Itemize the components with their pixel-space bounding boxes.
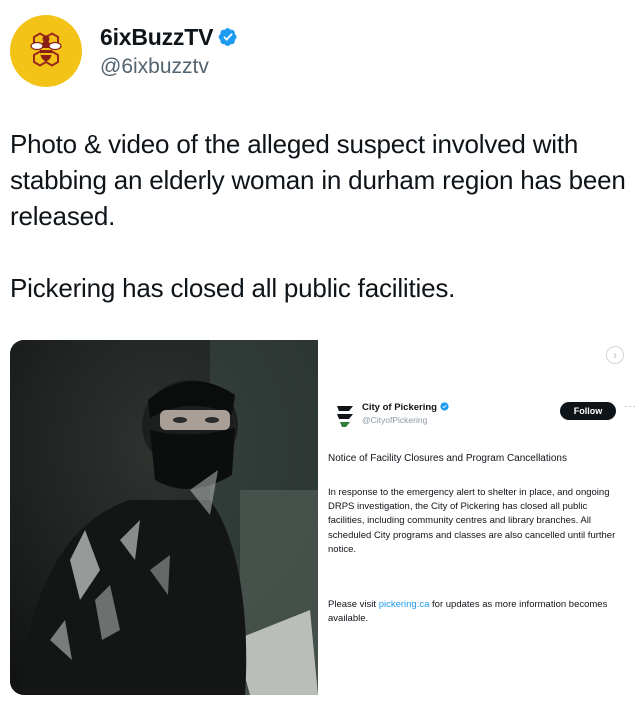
embedded-footer-text-before: Please visit xyxy=(328,599,379,610)
tweet-paragraph-2: Pickering has closed all public faciliti… xyxy=(10,273,456,303)
tweet-header: 6ixBuzzTV @6ixbuzztv xyxy=(10,14,238,88)
more-options-icon: ··· xyxy=(624,401,637,412)
chevron-right-icon[interactable]: › xyxy=(606,346,624,364)
bee-logo-icon xyxy=(30,32,62,67)
city-of-pickering-logo-icon xyxy=(337,406,353,427)
suspect-photo-image xyxy=(10,340,318,695)
embedded-footer-link: pickering.ca xyxy=(378,599,430,610)
verified-badge-icon xyxy=(218,28,237,46)
embedded-post-header: City of Pickering @CityofPickering Follo… xyxy=(334,400,636,434)
author-names: 6ixBuzzTV @6ixbuzztv xyxy=(100,24,238,79)
avatar[interactable] xyxy=(10,15,82,87)
follow-button: Follow xyxy=(560,402,616,420)
embedded-post-footer: Please visit pickering.ca for updates as… xyxy=(328,598,626,626)
embedded-verified-icon xyxy=(440,402,449,411)
tweet-paragraph-1: Photo & video of the alleged suspect inv… xyxy=(10,129,626,231)
embedded-post-body: In response to the emergency alert to sh… xyxy=(328,487,616,555)
embedded-account-handle: @CityofPickering xyxy=(362,415,428,425)
suspect-photo[interactable] xyxy=(10,340,318,695)
embedded-account-name-row: City of Pickering xyxy=(362,402,449,413)
tweet-text: Photo & video of the alleged suspect inv… xyxy=(10,126,630,306)
embedded-post-screenshot[interactable]: › City of Pickering @CityofPickering Fol… xyxy=(318,340,636,700)
embedded-post-title: Notice of Facility Closures and Program … xyxy=(328,453,567,464)
display-name[interactable]: 6ixBuzzTV xyxy=(100,24,213,51)
tweet-media: › City of Pickering @CityofPickering Fol… xyxy=(10,340,636,700)
embedded-account-name: City of Pickering xyxy=(362,402,437,413)
display-name-row: 6ixBuzzTV xyxy=(100,24,238,51)
author-handle[interactable]: @6ixbuzztv xyxy=(100,55,238,79)
